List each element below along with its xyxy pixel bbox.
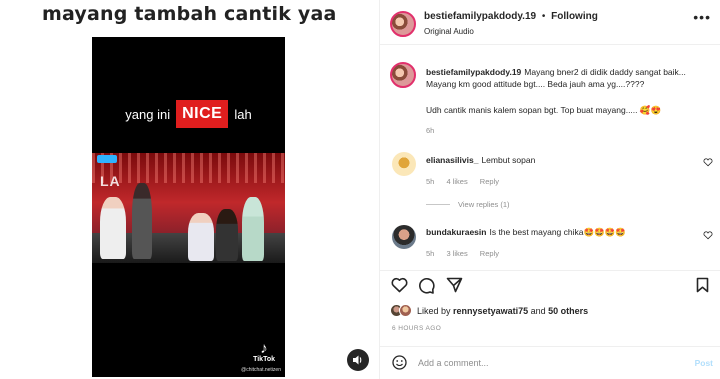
- action-bar: [380, 270, 720, 296]
- comment-text: elianasilivis_ Lembut sopan: [426, 155, 536, 165]
- bookmark-icon[interactable]: [696, 277, 709, 293]
- comment-time: 5h: [426, 249, 435, 258]
- performer-figure: [242, 197, 264, 261]
- like-heart-icon[interactable]: [391, 277, 408, 293]
- heart-icon[interactable]: [703, 157, 713, 167]
- comment-username[interactable]: bundakuraesin: [426, 227, 486, 237]
- audio-toggle-button[interactable]: [347, 349, 369, 371]
- header-username-row: bestiefamilypakdody.19 • Following: [424, 11, 598, 22]
- post-header: bestiefamilypakdody.19 • Following Origi…: [380, 0, 720, 45]
- comment-time: 5h: [426, 177, 435, 186]
- more-horizontal-icon[interactable]: •••: [693, 10, 711, 24]
- share-icon[interactable]: [446, 277, 463, 293]
- caption-text: bestiefamilypakdody.19 Mayang bner2 di di…: [426, 67, 686, 89]
- comment-input[interactable]: Add a comment...: [418, 358, 489, 368]
- separator: •: [541, 11, 546, 22]
- heart-icon[interactable]: [703, 230, 713, 240]
- liked-by-user[interactable]: rennysetyawati75: [453, 306, 528, 316]
- liked-by-others[interactable]: 50 others: [548, 306, 588, 316]
- comment-meta: 5h 4 likes Reply: [426, 177, 509, 186]
- video-player[interactable]: yang ini NICE lah LA ♪ TikTok @chitchat.…: [92, 37, 285, 377]
- author-username[interactable]: bestiefamilypakdody.19: [424, 11, 536, 22]
- performer-figure: [188, 213, 214, 261]
- caption-username[interactable]: bestiefamilypakdody.19: [426, 67, 521, 77]
- liked-by-conj: and: [530, 305, 546, 316]
- post-sidebar: bestiefamilypakdody.19 • Following Origi…: [379, 0, 720, 379]
- avatar[interactable]: [390, 11, 416, 37]
- performer-figure: [216, 209, 238, 261]
- emoji-icon[interactable]: [392, 355, 407, 370]
- divider: [426, 204, 450, 205]
- video-caption: yang ini NICE lah: [92, 97, 285, 131]
- view-replies-button[interactable]: View replies (1): [426, 200, 510, 209]
- avatar[interactable]: [399, 304, 412, 317]
- caption-left: yang ini: [125, 106, 171, 122]
- comment-meta: 5h 3 likes Reply: [426, 249, 509, 258]
- liked-by: Liked by rennysetyawati75 and 50 others: [390, 304, 588, 317]
- post-timestamp[interactable]: 6 HOURS AGO: [392, 325, 441, 332]
- instagram-post-modal: mayang tambah cantik yaa yang ini NICE l…: [0, 0, 720, 379]
- comment-likes[interactable]: 4 likes: [446, 177, 467, 186]
- post-button[interactable]: Post: [695, 358, 713, 368]
- caption-text-2: Udh cantik manis kalem sopan bgt. Top bu…: [426, 105, 662, 115]
- liked-by-prefix: Liked by: [417, 305, 451, 316]
- tiktok-icon: ♪: [260, 340, 268, 357]
- caption-right: lah: [234, 106, 252, 122]
- comment-text: bundakuraesin Is the best mayang chika🤩🤩🤩…: [426, 227, 626, 237]
- avatar[interactable]: [392, 152, 416, 176]
- audio-link[interactable]: Original Audio: [424, 27, 474, 36]
- performer-figure: [100, 197, 126, 259]
- channel-logo: [97, 155, 117, 163]
- comment-username[interactable]: elianasilivis_: [426, 155, 478, 165]
- reply-button[interactable]: Reply: [480, 249, 499, 258]
- stage-sign: LA: [100, 173, 121, 189]
- performer-figure: [132, 183, 152, 259]
- following-button[interactable]: Following: [551, 11, 598, 22]
- avatar[interactable]: [392, 225, 416, 249]
- add-comment-bar: Add a comment... Post: [380, 346, 720, 379]
- video-frame: LA: [92, 153, 285, 263]
- comment-likes[interactable]: 3 likes: [446, 249, 467, 258]
- watermark-user: @chitchat.netizen: [241, 367, 281, 373]
- caption-highlight: NICE: [176, 100, 229, 128]
- reply-button[interactable]: Reply: [480, 177, 499, 186]
- comment-icon[interactable]: [418, 277, 435, 294]
- caption-time: 6h: [426, 126, 435, 135]
- post-media[interactable]: mayang tambah cantik yaa yang ini NICE l…: [0, 0, 379, 379]
- avatar[interactable]: [390, 62, 416, 88]
- overlay-title: mayang tambah cantik yaa: [42, 3, 337, 25]
- speaker-icon: [353, 355, 362, 365]
- tiktok-watermark: ♪ TikTok: [253, 340, 275, 363]
